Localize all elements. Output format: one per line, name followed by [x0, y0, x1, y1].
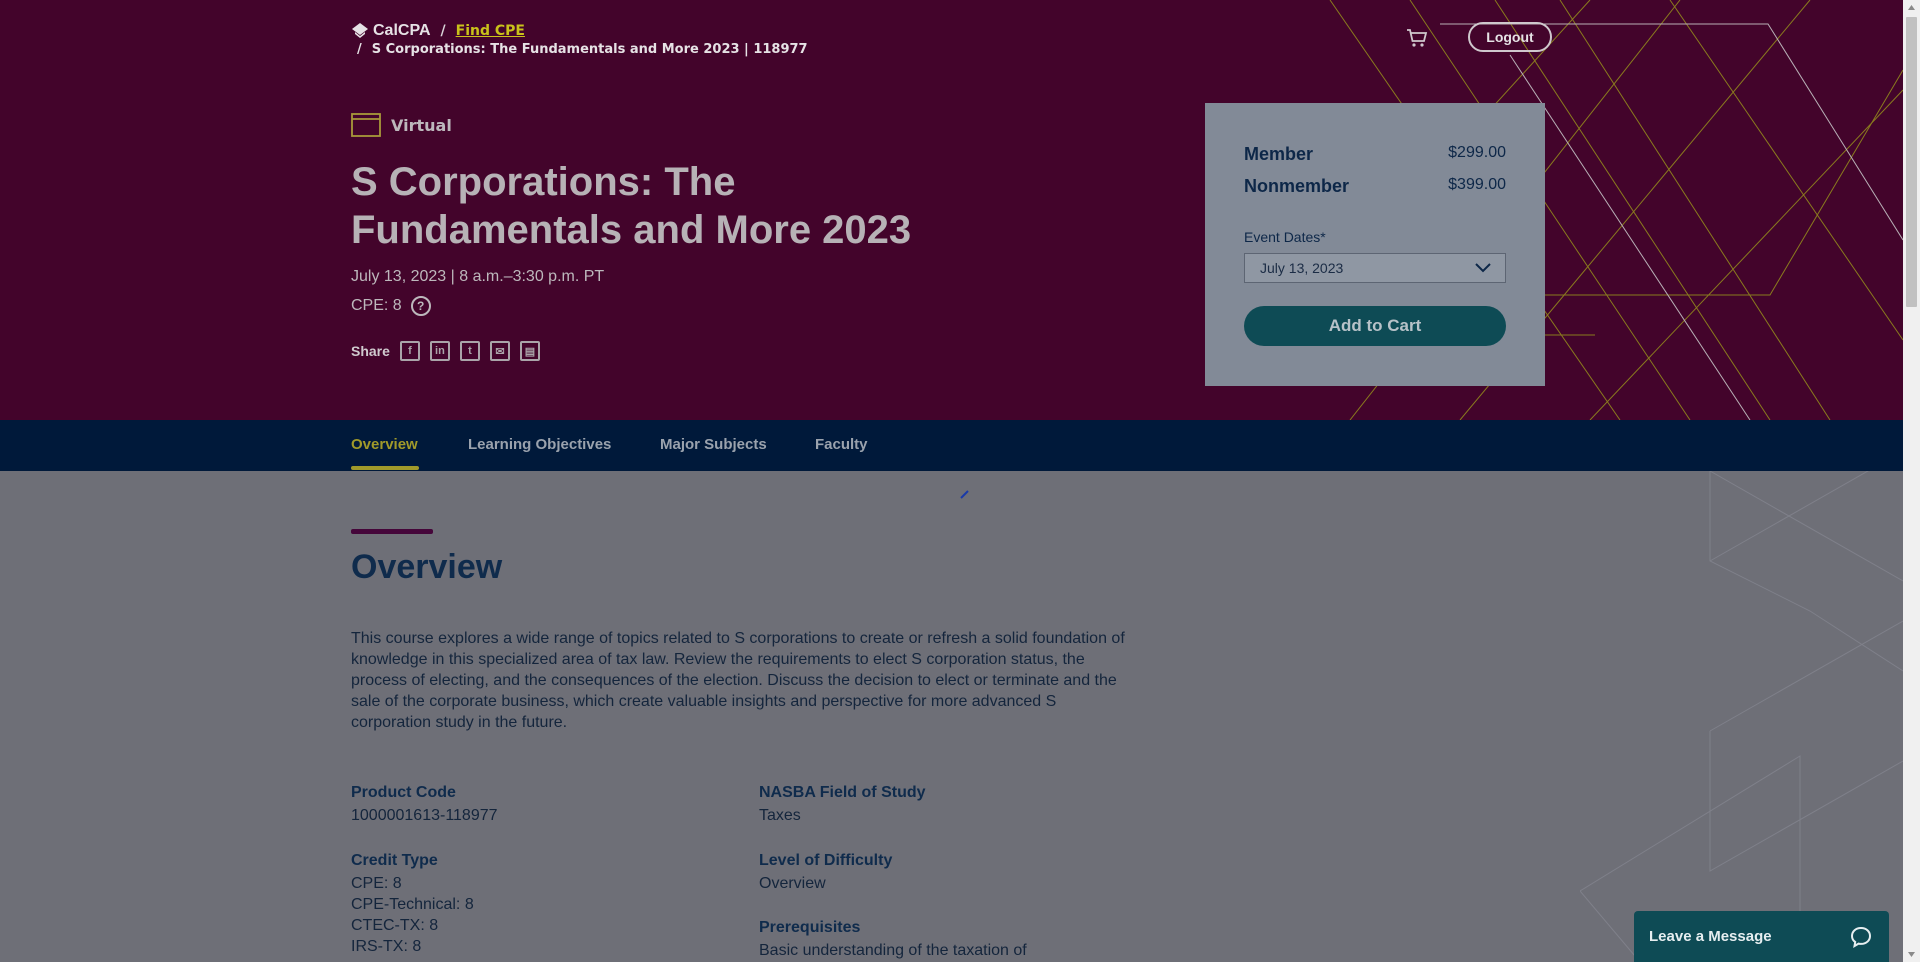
nonmember-price: $399.00 [1448, 176, 1506, 193]
credit-type-field: Credit Type CPE: 8 CPE-Technical: 8 CTEC… [351, 852, 474, 957]
cart-icon[interactable] [1405, 27, 1429, 49]
tab-overview[interactable]: Overview [351, 436, 418, 453]
prerequisites-value: Basic understanding of the taxation of [759, 942, 1027, 959]
section-accent-bar [351, 529, 433, 534]
credit-type-label: Credit Type [351, 852, 438, 869]
calendar-icon[interactable]: ▤ [519, 341, 540, 361]
nasba-value: Taxes [759, 807, 801, 824]
event-date: July 13, 2023 | 8 a.m.–3:30 p.m. PT [351, 268, 605, 285]
email-icon[interactable]: ✉ [489, 341, 510, 361]
member-label: Member [1244, 144, 1314, 164]
add-to-cart-button[interactable]: Add to Cart [1244, 306, 1506, 346]
product-code-value: 1000001613-118977 [351, 807, 498, 824]
event-dates-label: Event Dates* [1244, 229, 1326, 245]
credit-type-item: CPE: 8 [351, 875, 402, 892]
member-price: $299.00 [1448, 144, 1506, 161]
linkedin-icon[interactable]: in [429, 341, 450, 361]
overview-description: This course explores a wide range of top… [351, 630, 1125, 731]
prerequisites-label: Prerequisites [759, 919, 861, 936]
breadcrumb: CalCPA / Find CPE / S Corporations: The … [351, 22, 808, 57]
credit-type-item: CPE-Technical: 8 [351, 896, 474, 913]
share-label: Share [351, 343, 390, 359]
calcpa-logo-text: CalCPA [373, 22, 431, 39]
event-format-label: Virtual [391, 115, 452, 135]
scroll-up-icon[interactable] [1907, 3, 1916, 12]
credit-type-item: IRS-TX: 8 [351, 938, 422, 955]
vertical-scrollbar[interactable] [1903, 0, 1920, 962]
nasba-field: NASBA Field of Study Taxes [759, 784, 926, 826]
breadcrumb-link-find-cpe[interactable]: Find CPE [456, 23, 525, 39]
event-format: Virtual [351, 113, 452, 137]
scrollbar-thumb[interactable] [1906, 17, 1917, 307]
credit-type-item: CTEC-TX: 8 [351, 917, 439, 934]
chat-bubble-icon [1850, 926, 1872, 948]
tab-major-subjects[interactable]: Major Subjects [660, 436, 767, 453]
page-title: S Corporations: The Fundamentals and Mor… [351, 160, 912, 252]
breadcrumb-separator: / [440, 23, 446, 39]
decorative-lines [1580, 471, 1903, 962]
twitter-icon[interactable]: t [459, 341, 480, 361]
section-tabs: Overview Learning Objectives Major Subje… [0, 420, 1903, 471]
credit-type-list: CPE: 8 CPE-Technical: 8 CTEC-TX: 8 IRS-T… [351, 873, 474, 957]
breadcrumb-separator: / [357, 42, 362, 57]
difficulty-value: Overview [759, 875, 826, 892]
cpe-text: CPE: 8 [351, 297, 402, 314]
difficulty-field: Level of Difficulty Overview [759, 852, 892, 894]
help-icon[interactable]: ? [410, 296, 431, 316]
event-dates-select[interactable]: July 13, 2023 [1244, 253, 1506, 283]
product-code-field: Product Code 1000001613-118977 [351, 784, 498, 826]
event-dates-value: July 13, 2023 [1260, 260, 1344, 276]
prerequisites-field: Prerequisites Basic understanding of the… [759, 919, 1027, 961]
loading-spinner [960, 490, 969, 499]
member-price-row: Member $299.00 [1244, 144, 1506, 165]
calcpa-logo-icon [352, 23, 368, 38]
breadcrumb-current: S Corporations: The Fundamentals and Mor… [371, 42, 808, 57]
virtual-icon [351, 113, 381, 137]
logout-button[interactable]: Logout [1468, 22, 1552, 52]
nonmember-label: Nonmember [1244, 176, 1350, 196]
tab-learning-objectives[interactable]: Learning Objectives [468, 436, 611, 453]
nonmember-price-row: Nonmember $399.00 [1244, 176, 1506, 197]
active-tab-indicator [351, 466, 419, 470]
chevron-down-icon [1475, 263, 1491, 273]
difficulty-label: Level of Difficulty [759, 852, 893, 869]
share-bar: Share f in t ✉ ▤ [351, 341, 540, 361]
event-cpe: CPE: 8 ? [351, 296, 431, 316]
leave-message-button[interactable]: Leave a Message [1634, 911, 1889, 962]
calcpa-logo[interactable]: CalCPA [351, 22, 431, 40]
facebook-icon[interactable]: f [399, 341, 420, 361]
chat-label: Leave a Message [1649, 928, 1772, 945]
overview-heading: Overview [351, 548, 503, 586]
tab-faculty[interactable]: Faculty [815, 436, 868, 453]
product-code-label: Product Code [351, 784, 456, 801]
scroll-down-icon[interactable] [1907, 950, 1916, 959]
price-card: Member $299.00 Nonmember $399.00 Event D… [1205, 103, 1545, 386]
nasba-label: NASBA Field of Study [759, 784, 926, 801]
